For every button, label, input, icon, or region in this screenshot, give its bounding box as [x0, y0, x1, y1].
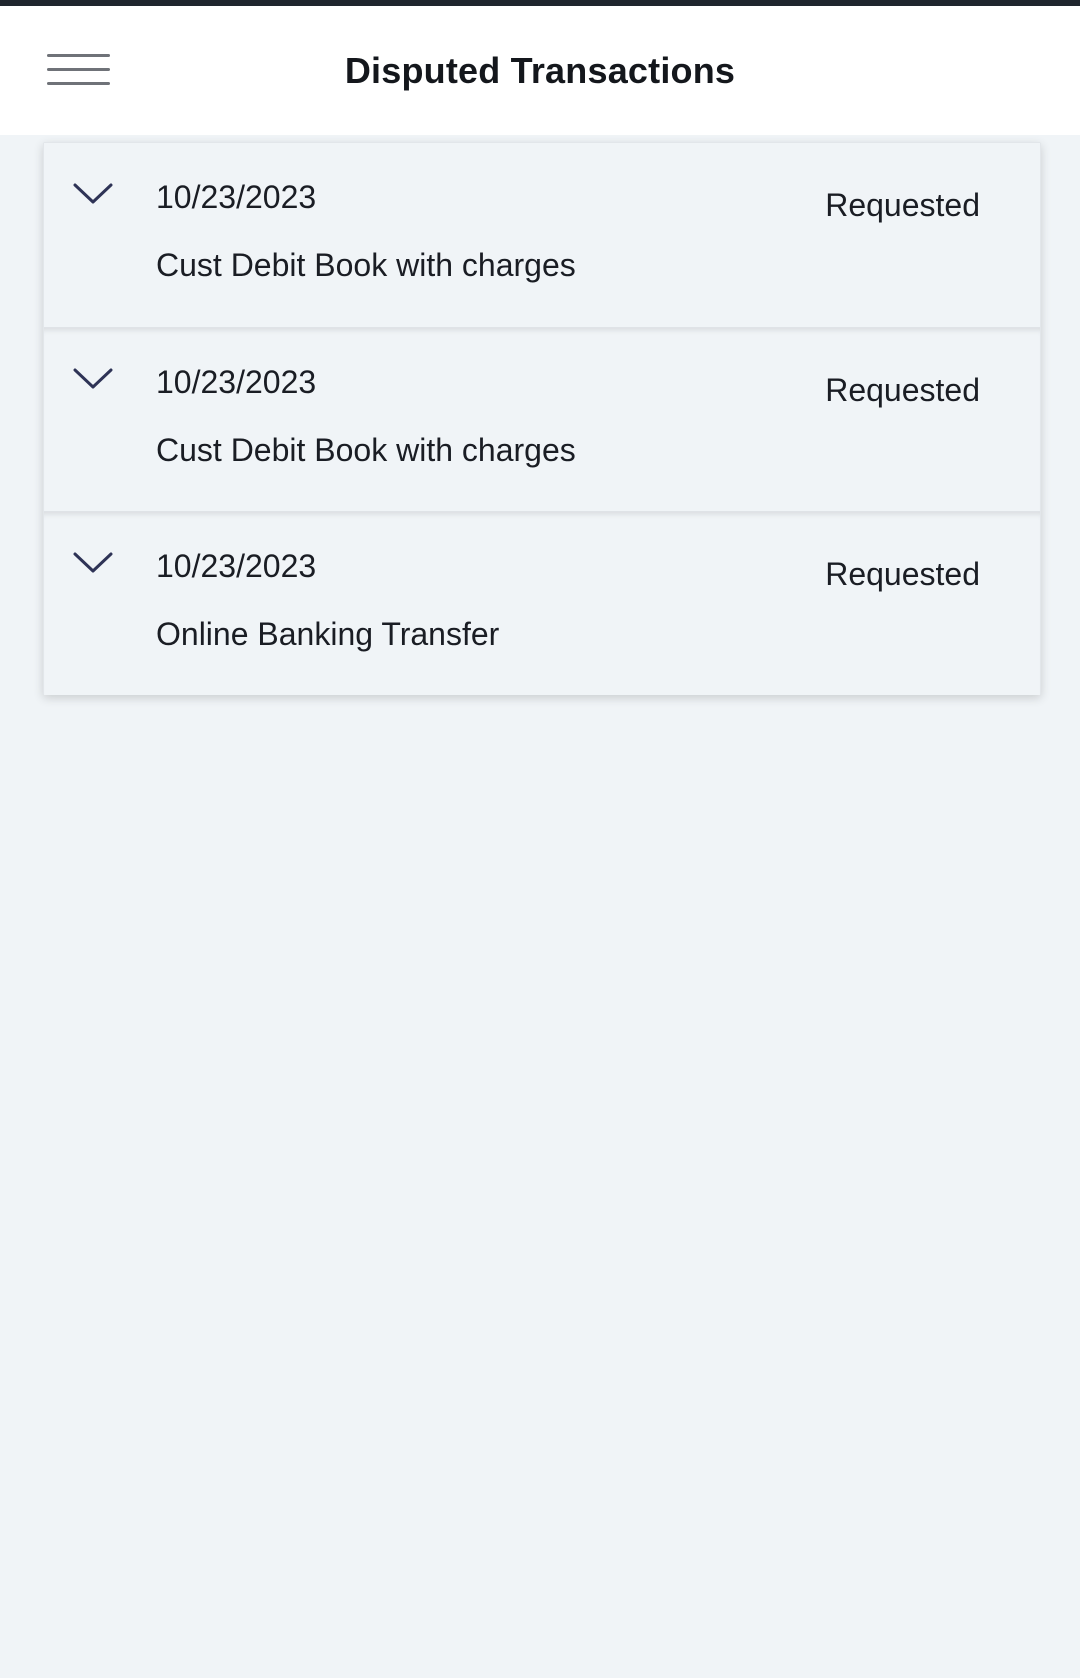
chevron-down-icon[interactable] — [72, 181, 114, 207]
transaction-description: Cust Debit Book with charges — [156, 432, 576, 468]
transaction-status: Requested — [825, 556, 980, 592]
transaction-row[interactable]: 10/23/2023 Online Banking Transfer Reque… — [44, 511, 1040, 695]
transaction-date: 10/23/2023 — [156, 364, 317, 400]
transaction-status: Requested — [825, 187, 980, 223]
transaction-date: 10/23/2023 — [156, 548, 317, 584]
transaction-date: 10/23/2023 — [156, 179, 317, 215]
disputed-transactions-list: 10/23/2023 Cust Debit Book with charges … — [43, 142, 1041, 695]
page-title: Disputed Transactions — [344, 50, 736, 91]
chevron-down-icon[interactable] — [72, 366, 114, 392]
transaction-status: Requested — [825, 372, 980, 408]
transaction-row[interactable]: 10/23/2023 Cust Debit Book with charges … — [44, 327, 1040, 511]
transaction-row[interactable]: 10/23/2023 Cust Debit Book with charges … — [44, 143, 1040, 326]
transaction-description: Online Banking Transfer — [156, 616, 500, 652]
transaction-description: Cust Debit Book with charges — [156, 247, 576, 283]
app-header: Disputed Transactions — [0, 6, 1080, 135]
chevron-down-icon[interactable] — [72, 550, 114, 576]
